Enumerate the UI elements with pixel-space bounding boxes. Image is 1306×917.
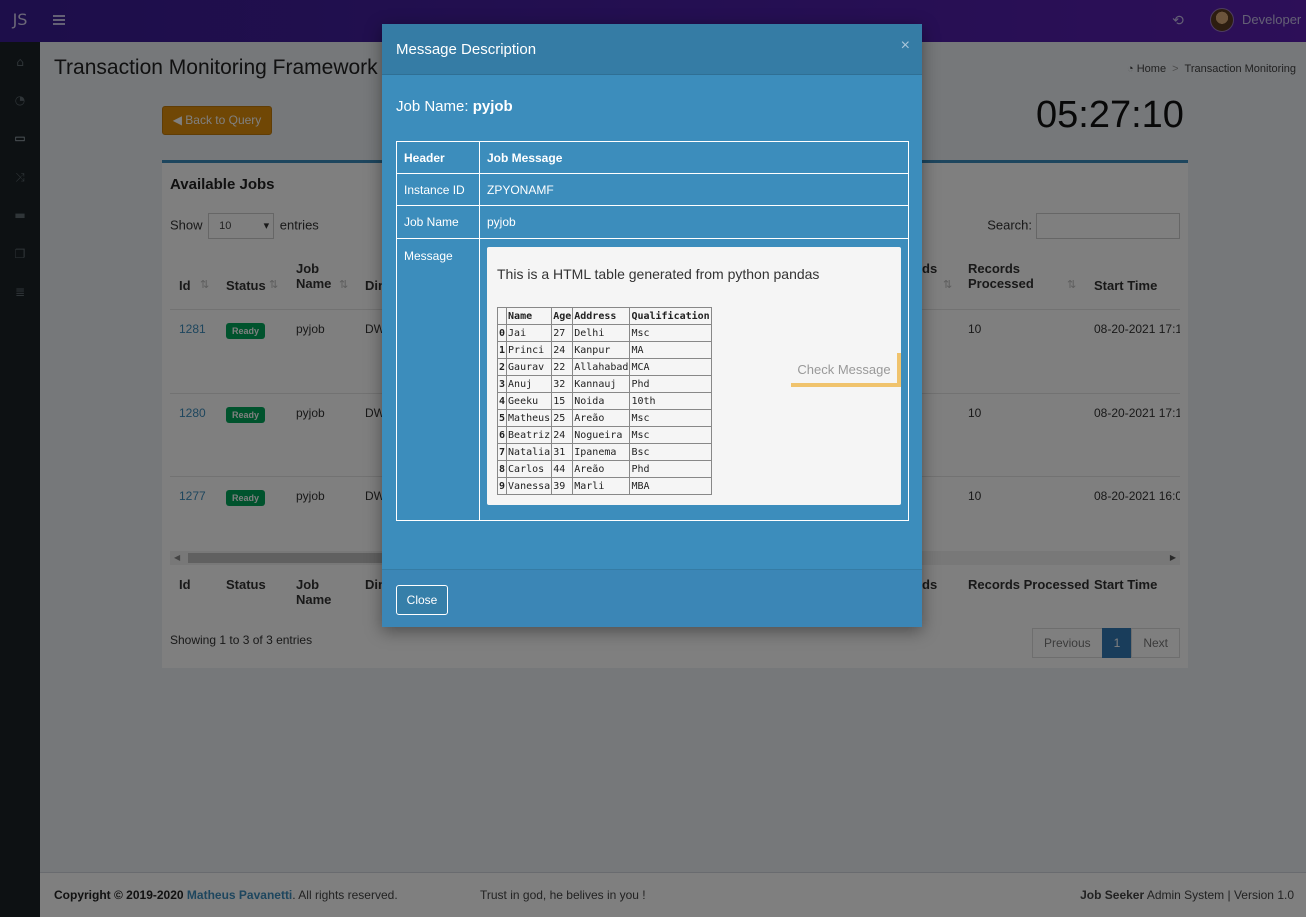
- pd-cell: 39: [551, 477, 574, 495]
- modal-footer: Close: [382, 569, 922, 627]
- pd-index: 6: [496, 426, 508, 444]
- pd-row: 6 Beatriz 24 Nogueira Msc: [496, 426, 712, 444]
- pd-cell: Marli: [572, 477, 631, 495]
- job-name-label: Job Name: [404, 215, 459, 229]
- message-content: This is a HTML table generated from pyth…: [487, 247, 901, 505]
- pd-cell: Princi: [506, 341, 553, 359]
- modal-header: Message Description ×: [382, 24, 922, 75]
- pd-col: Name: [506, 307, 553, 325]
- pd-cell: Gaurav: [506, 358, 553, 376]
- pd-index: 0: [496, 324, 508, 342]
- pd-cell: 22: [551, 358, 574, 376]
- pd-index: 3: [496, 375, 508, 393]
- message-table: Header Job Message Instance ID ZPYONAMF …: [396, 141, 909, 521]
- pd-cell: Vanessa: [506, 477, 553, 495]
- instance-id-label: Instance ID: [404, 183, 465, 197]
- pd-cell: Natalia: [506, 443, 553, 461]
- pd-cell: Phd: [629, 375, 712, 393]
- pd-cell: Phd: [629, 460, 712, 478]
- instance-id-value: ZPYONAMF: [487, 183, 554, 197]
- pd-cell: 44: [551, 460, 574, 478]
- pd-cell: 32: [551, 375, 574, 393]
- pd-cell: Bsc: [629, 443, 712, 461]
- pandas-table: Name Age Address Qualification 0 Jai 27 Del…: [496, 307, 712, 495]
- pd-cell: 15: [551, 392, 574, 410]
- pd-cell: Matheus: [506, 409, 553, 427]
- header-label: Header: [404, 151, 445, 165]
- pd-cell: Areão: [572, 409, 631, 427]
- message-heading: This is a HTML table generated from pyth…: [497, 266, 820, 282]
- pd-row: 9 Vanessa 39 Marli MBA: [496, 477, 712, 495]
- pd-index: 9: [496, 477, 508, 495]
- pd-cell: Geeku: [506, 392, 553, 410]
- pd-cell: Ipanema: [572, 443, 631, 461]
- pd-index: 8: [496, 460, 508, 478]
- pd-row: 0 Jai 27 Delhi Msc: [496, 324, 712, 342]
- pd-cell: Anuj: [506, 375, 553, 393]
- pd-col: Age: [551, 307, 574, 325]
- pd-cell: Areão: [572, 460, 631, 478]
- pd-row: 7 Natalia 31 Ipanema Bsc: [496, 443, 712, 461]
- pd-cell: Carlos: [506, 460, 553, 478]
- pd-cell: Delhi: [572, 324, 631, 342]
- close-button[interactable]: Close: [396, 585, 448, 615]
- pd-cell: Beatriz: [506, 426, 553, 444]
- pd-row: 4 Geeku 15 Noida 10th: [496, 392, 712, 410]
- pd-row: 8 Carlos 44 Areão Phd: [496, 460, 712, 478]
- pd-cell: Nogueira: [572, 426, 631, 444]
- job-message-label: Job Message: [487, 151, 563, 165]
- message-label: Message: [404, 249, 453, 263]
- check-message-button[interactable]: Check Message: [791, 353, 901, 387]
- pd-index: 4: [496, 392, 508, 410]
- pd-cell: Noida: [572, 392, 631, 410]
- pd-cell: MBA: [629, 477, 712, 495]
- pd-col: Address: [572, 307, 631, 325]
- close-icon[interactable]: ×: [901, 37, 910, 55]
- pd-row: 2 Gaurav 22 Allahabad MCA: [496, 358, 712, 376]
- pd-cell: Kanpur: [572, 341, 631, 359]
- message-modal: Message Description × Job Name: pyjob He…: [382, 24, 922, 627]
- pd-cell: 25: [551, 409, 574, 427]
- pd-cell: 27: [551, 324, 574, 342]
- pd-row: 1 Princi 24 Kanpur MA: [496, 341, 712, 359]
- pd-cell: 31: [551, 443, 574, 461]
- pd-cell: 24: [551, 426, 574, 444]
- pd-cell: Allahabad: [572, 358, 631, 376]
- job-name-value: pyjob: [487, 215, 516, 229]
- pd-index: 5: [496, 409, 508, 427]
- pd-cell: 24: [551, 341, 574, 359]
- pd-row: 3 Anuj 32 Kannauj Phd: [496, 375, 712, 393]
- pd-index: 2: [496, 358, 508, 376]
- pd-cell: Jai: [506, 324, 553, 342]
- pd-cell: Kannauj: [572, 375, 631, 393]
- pd-row: 5 Matheus 25 Areão Msc: [496, 409, 712, 427]
- pd-cell: MCA: [629, 358, 712, 376]
- pd-cell: 10th: [629, 392, 712, 410]
- pd-index: 1: [496, 341, 508, 359]
- pd-cell: MA: [629, 341, 712, 359]
- pd-index: 7: [496, 443, 508, 461]
- pd-cell: Msc: [629, 324, 712, 342]
- pd-col: Qualification: [629, 307, 712, 325]
- pd-cell: Msc: [629, 426, 712, 444]
- modal-job-name: Job Name: pyjob: [396, 98, 513, 115]
- pd-cell: Msc: [629, 409, 712, 427]
- modal-title: Message Description: [396, 41, 537, 58]
